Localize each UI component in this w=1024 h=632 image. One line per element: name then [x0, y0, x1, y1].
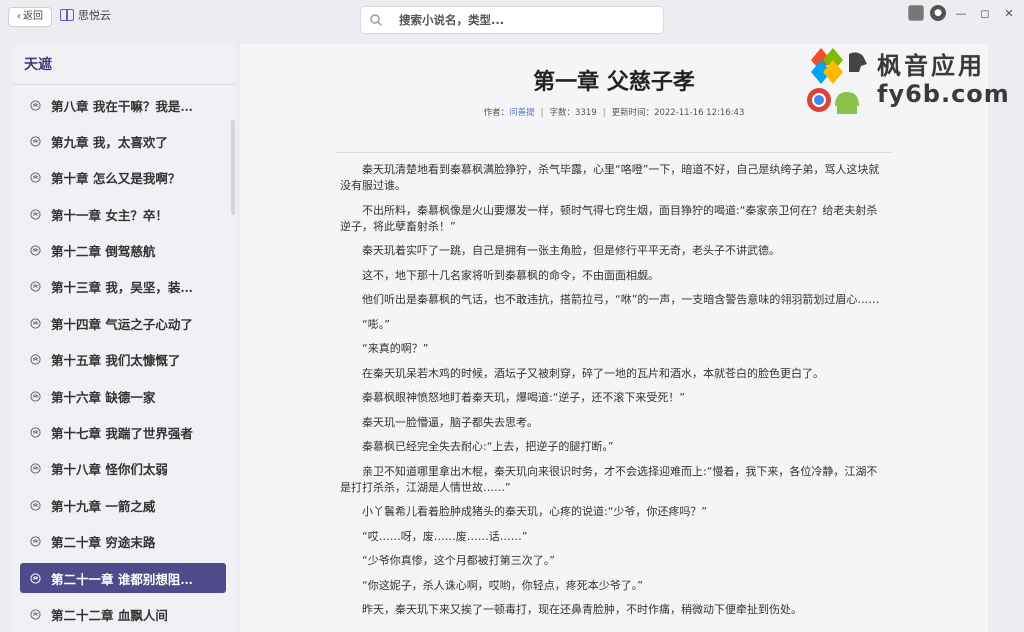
sidebar-chapter-item[interactable]: 第十章 怎么又是我啊？ — [20, 163, 226, 193]
sidebar-scrollbar[interactable] — [231, 120, 235, 215]
top-bar: ‹ 返回 思悦云 搜索小说名，类型... ● — ◻ ✕ — [0, 0, 1024, 40]
chapter-label: 第十五章 我们太慷慨了 — [51, 353, 181, 369]
content-paragraph: 他们听出是秦慕枫的气话，也不敢违抗，搭箭拉弓，“咻”的一声，一支暗含警告意味的翎… — [362, 293, 880, 306]
chapter-bullet-icon — [30, 391, 41, 402]
app-name: 思悦云 — [78, 9, 111, 22]
chapter-list: 第八章 我在干嘛？我是… 第九章 我，太喜欢了 第十章 怎么又是我啊？ 第十一章 女主… — [12, 90, 236, 632]
chapter-bullet-icon — [30, 427, 41, 438]
chapter-bullet-icon — [30, 536, 41, 547]
chapter-bullet-icon — [30, 209, 41, 220]
sidebar-chapter-item[interactable]: 第十四章 气运之子心动了 — [20, 308, 226, 338]
author-link[interactable]: 问善提 — [509, 108, 535, 118]
user-icon[interactable]: ● — [930, 5, 946, 21]
book-title: 天遮 — [24, 57, 52, 73]
chapter-label: 第九章 我，太喜欢了 — [51, 134, 168, 150]
back-label: 返回 — [23, 11, 43, 22]
chapter-bullet-icon — [30, 354, 41, 365]
content-paragraph: “嘭。” — [362, 317, 390, 331]
chapter-label: 第十一章 女主？卒！ — [51, 207, 168, 223]
sidebar-chapter-item[interactable]: 第十七章 我踹了世界强者 — [20, 418, 226, 448]
sidebar-chapter-item[interactable]: 第十二章 倒驾慈航 — [20, 236, 226, 266]
chapter-bullet-icon — [30, 572, 41, 584]
sidebar-chapter-item[interactable]: 第二十一章 谁都别想阻… — [20, 563, 226, 594]
content-paragraph: 亲卫不知道哪里拿出木棍，秦天玑向来很识时务，才不会选择迎难而上:“慢着，我下来，… — [340, 464, 878, 494]
chapter-label: 第十九章 一箭之威 — [51, 498, 156, 514]
sidebar-chapter-item[interactable]: 第十五章 我们太慷慨了 — [20, 345, 226, 375]
chapter-bullet-icon — [30, 245, 41, 256]
sidebar-chapter-item[interactable]: 第十六章 缺德一家 — [20, 381, 226, 411]
chevron-left-icon: ‹ — [17, 11, 21, 22]
author-label: 作者： — [483, 108, 510, 118]
sidebar-chapter-item[interactable]: 第十一章 女主？卒！ — [20, 199, 226, 229]
content-paragraph: “来真的啊？” — [362, 342, 429, 355]
sidebar-chapter-item[interactable]: 第十九章 一箭之威 — [20, 490, 226, 520]
maximize-icon[interactable]: ◻ — [976, 4, 994, 22]
sidebar-divider — [12, 84, 236, 85]
content-paragraph: 在秦天玑呆若木鸡的时候，酒坛子又被刺穿，碎了一地的瓦片和酒水，本就苍白的脸色更白… — [362, 366, 824, 380]
content-paragraph: 不出所料，秦慕枫像是火山要爆发一样，顿时气得七窍生烟，面目狰狞的喝道:“秦家亲卫… — [340, 203, 878, 233]
watermark-cn: 枫音应用 — [877, 52, 985, 80]
chapter-label: 第十三章 我，吴坚，装… — [51, 280, 193, 296]
content-paragraph: 小丫鬟希儿看着脸肿成猪头的秦天玑，心疼的说道:“少爷，你还疼吗？” — [362, 505, 708, 518]
content-divider — [336, 152, 892, 153]
watermark-logo-icon — [807, 48, 867, 114]
chapter-bullet-icon — [30, 99, 41, 111]
content-paragraph: 秦天玑清楚地看到秦慕枫满脸狰狞，杀气毕露，心里“咯噔”一下，暗道不好，自己是纨绔… — [340, 163, 880, 192]
chapter-label: 第八章 我在干嘛？我是… — [51, 98, 193, 114]
search-placeholder: 搜索小说名，类型... — [399, 13, 505, 27]
chapter-bullet-icon — [30, 609, 41, 620]
sidebar-chapter-item[interactable]: 第九章 我，太喜欢了 — [20, 126, 226, 156]
sidebar-chapter-item[interactable]: 第二十章 穷途末路 — [20, 527, 226, 557]
content-paragraph: 这不，地下那十几名家将听到秦慕枫的命令，不由面面相觑。 — [362, 268, 659, 282]
chapter-content: 秦天玑清楚地看到秦慕枫满脸狰狞，杀气毕露，心里“咯噔”一下，暗道不好，自己是纨绔… — [340, 162, 886, 627]
chapter-label: 第十二章 倒驾慈航 — [51, 244, 156, 260]
watermark: 枫音应用 fy6b.com — [805, 44, 1015, 116]
chapter-bullet-icon — [30, 136, 41, 147]
chapter-bullet-icon — [30, 172, 41, 183]
chapter-label: 第十八章 怪你们太弱 — [51, 462, 168, 478]
book-logo-icon — [60, 9, 74, 21]
chapter-label: 第二十一章 谁都别想阻… — [51, 571, 193, 587]
chapter-bullet-icon — [30, 281, 41, 293]
chapter-label: 第十七章 我踹了世界强者 — [51, 426, 193, 442]
content-paragraph: “少爷你真惨，这个月都被打第三次了。” — [362, 554, 555, 567]
content-paragraph: 秦天玑着实吓了一跳，自己是拥有一张主角脸，但是修行平平无奇，老头子不讲武德。 — [362, 244, 780, 257]
content-paragraph: 秦慕枫已经完全失去耐心:“上去，把逆子的腿打断。” — [362, 440, 614, 453]
chapter-label: 第十四章 气运之子心动了 — [51, 316, 193, 332]
search-icon — [370, 14, 382, 26]
chapter-sidebar: 天遮 第八章 我在干嘛？我是… 第九章 我，太喜欢了 第十章 怎么又是我啊？ 第十一章… — [12, 44, 236, 632]
word-count: 3319 — [575, 108, 597, 118]
content-paragraph: 秦天玑一脸懵逼，脑子都失去思考。 — [362, 415, 538, 429]
search-input[interactable]: 搜索小说名，类型... — [360, 6, 664, 34]
content-paragraph: “你这妮子，杀人诛心啊，哎哟，你轻点，疼死本少爷了。” — [362, 578, 643, 592]
updated-time: 2022-11-16 12:16:43 — [654, 108, 745, 118]
updated-label: 更新时间： — [611, 108, 655, 118]
content-paragraph: “哎……呀，废……废……话……” — [362, 529, 528, 543]
content-paragraph: 秦慕枫眼神愤怒地盯着秦天玑，爆喝道:“逆子，还不滚下来受死！” — [362, 391, 686, 404]
reader-pane: 第一章 父慈子孝 作者：问善提 | 字数：3319 | 更新时间：2022-11-16 … — [240, 44, 988, 632]
chapter-label: 第十章 怎么又是我啊？ — [51, 171, 181, 187]
back-button[interactable]: ‹ 返回 — [8, 7, 52, 27]
chapter-bullet-icon — [30, 463, 41, 474]
sidebar-chapter-item[interactable]: 第十八章 怪你们太弱 — [20, 454, 226, 484]
content-paragraph: 昨天，秦天玑下来又挨了一顿毒打，现在还鼻青脸肿，不时作痛，稍微动下便牵扯到伤处。 — [362, 603, 802, 616]
bookshelf-icon[interactable] — [908, 5, 924, 21]
minimize-icon[interactable]: — — [952, 4, 970, 22]
word-count-label: 字数： — [549, 108, 576, 118]
chapter-bullet-icon — [30, 318, 41, 329]
chapter-bullet-icon — [30, 500, 41, 511]
close-icon[interactable]: ✕ — [1000, 4, 1018, 22]
app-brand: 思悦云 — [60, 7, 111, 23]
chapter-label: 第十六章 缺德一家 — [51, 389, 156, 405]
sidebar-chapter-item[interactable]: 第八章 我在干嘛？我是… — [20, 90, 226, 120]
sidebar-chapter-item[interactable]: 第二十二章 血飘人间 — [20, 599, 226, 629]
chapter-label: 第二十二章 血飘人间 — [51, 607, 168, 623]
sidebar-chapter-item[interactable]: 第十三章 我，吴坚，装… — [20, 272, 226, 302]
watermark-en: fy6b.com — [877, 80, 1010, 108]
chapter-label: 第二十章 穷途末路 — [51, 535, 156, 551]
window-controls: ● — ◻ ✕ — [908, 4, 1018, 22]
